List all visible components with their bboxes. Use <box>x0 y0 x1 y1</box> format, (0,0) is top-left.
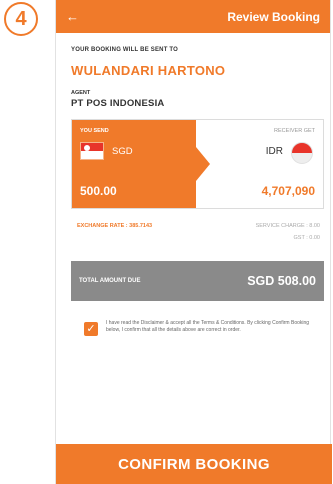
send-panel: YOU SEND SGD 500.00 <box>72 120 196 208</box>
indonesia-flag-icon <box>291 142 313 164</box>
sent-to-label: YOUR BOOKING WILL BE SENT TO <box>71 47 179 53</box>
page-title: Review Booking <box>227 9 320 24</box>
total-value: SGD 508.00 <box>247 274 316 288</box>
gst: GST : 0.00 <box>293 235 321 241</box>
arrow-left-icon[interactable]: ← <box>66 9 79 24</box>
screen: 4 ← Review Booking YOUR BOOKING WILL BE … <box>0 0 333 484</box>
service-charge: SERVICE CHARGE : 8.00 <box>255 223 320 229</box>
top-bar: ← Review Booking <box>56 0 330 33</box>
agree-checkbox[interactable]: ✓ <box>84 322 98 336</box>
phone-screen: ← Review Booking YOUR BOOKING WILL BE SE… <box>55 0 332 484</box>
recipient-name: WULANDARI HARTONO <box>71 63 226 78</box>
agent-label: AGENT <box>71 90 91 96</box>
exchange-card: YOU SEND SGD 500.00 RECEIVER GET IDR 4,7… <box>71 119 324 209</box>
send-amount: 500.00 <box>80 184 117 198</box>
receive-currency: IDR <box>265 146 283 157</box>
send-currency: SGD <box>112 146 133 157</box>
step-badge: 4 <box>4 2 38 36</box>
exchange-rate: EXCHANGE RATE : 385.7143 <box>77 223 153 229</box>
agreement-row: ✓ I have read the Disclaimer & accept al… <box>71 318 324 358</box>
receive-label: RECEIVER GET <box>274 128 315 134</box>
agreement-text: I have read the Disclaimer & accept all … <box>106 320 310 333</box>
rates-section: EXCHANGE RATE : 385.7143 SERVICE CHARGE … <box>71 223 324 251</box>
receive-amount: 4,707,090 <box>261 184 315 198</box>
arrow-right-icon <box>196 147 210 181</box>
agent-value: PT POS INDONESIA <box>71 98 165 109</box>
total-label: TOTAL AMOUNT DUE <box>79 278 141 284</box>
total-bar: TOTAL AMOUNT DUE SGD 508.00 <box>71 261 324 301</box>
confirm-booking-button[interactable]: CONFIRM BOOKING <box>56 444 332 484</box>
send-label: YOU SEND <box>80 128 109 134</box>
singapore-flag-icon <box>80 142 104 160</box>
